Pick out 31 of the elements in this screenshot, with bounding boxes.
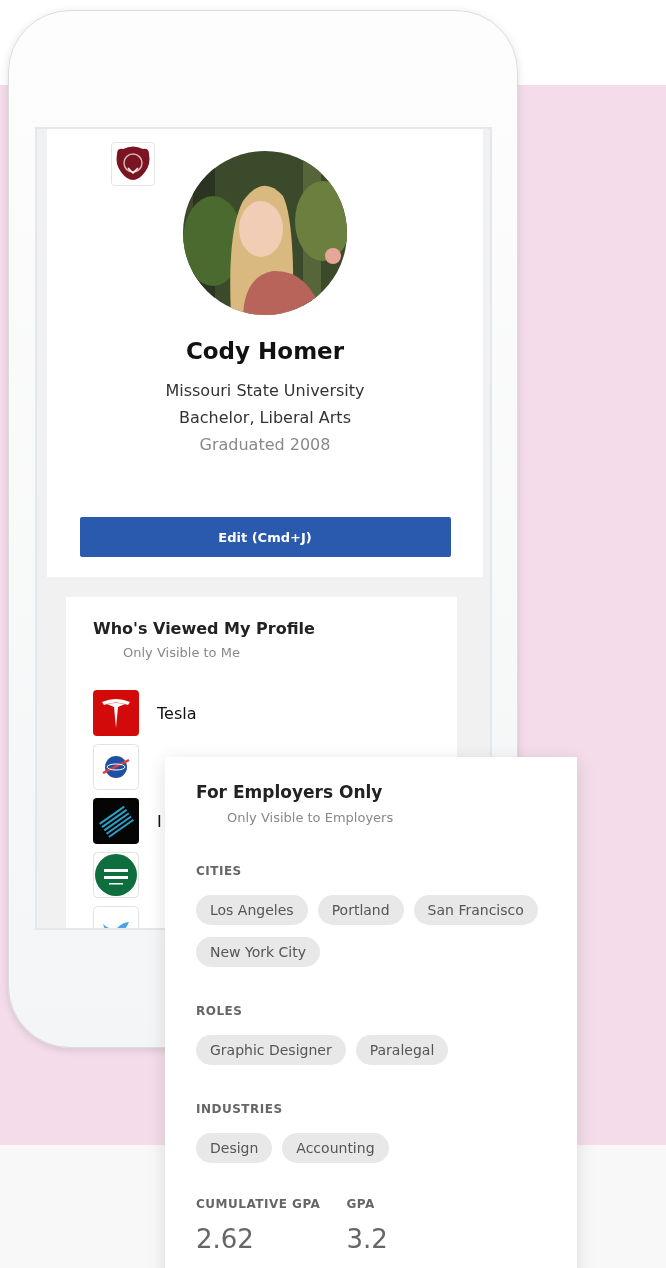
tag-chip: Design: [196, 1133, 273, 1163]
school-name: Missouri State University: [165, 380, 365, 402]
globe-logo-icon: [93, 744, 139, 790]
tag-chip: Accounting: [282, 1133, 389, 1163]
tesla-logo-icon: [93, 690, 139, 736]
company-name: Tesla: [157, 703, 197, 723]
stat-label: GPA: [346, 1196, 376, 1212]
graduation-text: Graduated 2008: [199, 434, 331, 456]
tag-chip: Los Angeles: [196, 895, 308, 925]
category-heading: CITIES: [196, 863, 243, 879]
degree-text: Bachelor, Liberal Arts: [179, 407, 351, 429]
round-logo-icon: [93, 852, 139, 898]
stat-label: CUMULATIVE GPA: [196, 1196, 321, 1212]
tag-chip: Paralegal: [355, 1035, 449, 1065]
section-title: For Employers Only: [196, 781, 384, 803]
tag-chip: Graphic Designer: [196, 1035, 346, 1065]
section-subtitle: Only Visible to Employers: [227, 809, 395, 827]
stat-value: 3.2: [346, 1224, 388, 1254]
category-heading: INDUSTRIES: [196, 1101, 284, 1117]
category-heading: ROLES: [196, 1003, 244, 1019]
section-subtitle: Only Visible to Me: [123, 644, 241, 662]
section-title: Who's Viewed My Profile: [93, 618, 316, 640]
person-name: Cody Homer: [185, 337, 345, 366]
striped-logo-icon: [93, 798, 139, 844]
tag-chip: New York City: [196, 937, 320, 967]
company-name: I: [157, 811, 162, 831]
tag-chip: San Francisco: [413, 895, 538, 925]
edit-button[interactable]: Edit (Cmd+J): [79, 517, 451, 557]
stat-value: 2.62: [196, 1224, 255, 1254]
tag-chip: Portland: [317, 895, 404, 925]
bear-crest-icon: [111, 142, 155, 186]
